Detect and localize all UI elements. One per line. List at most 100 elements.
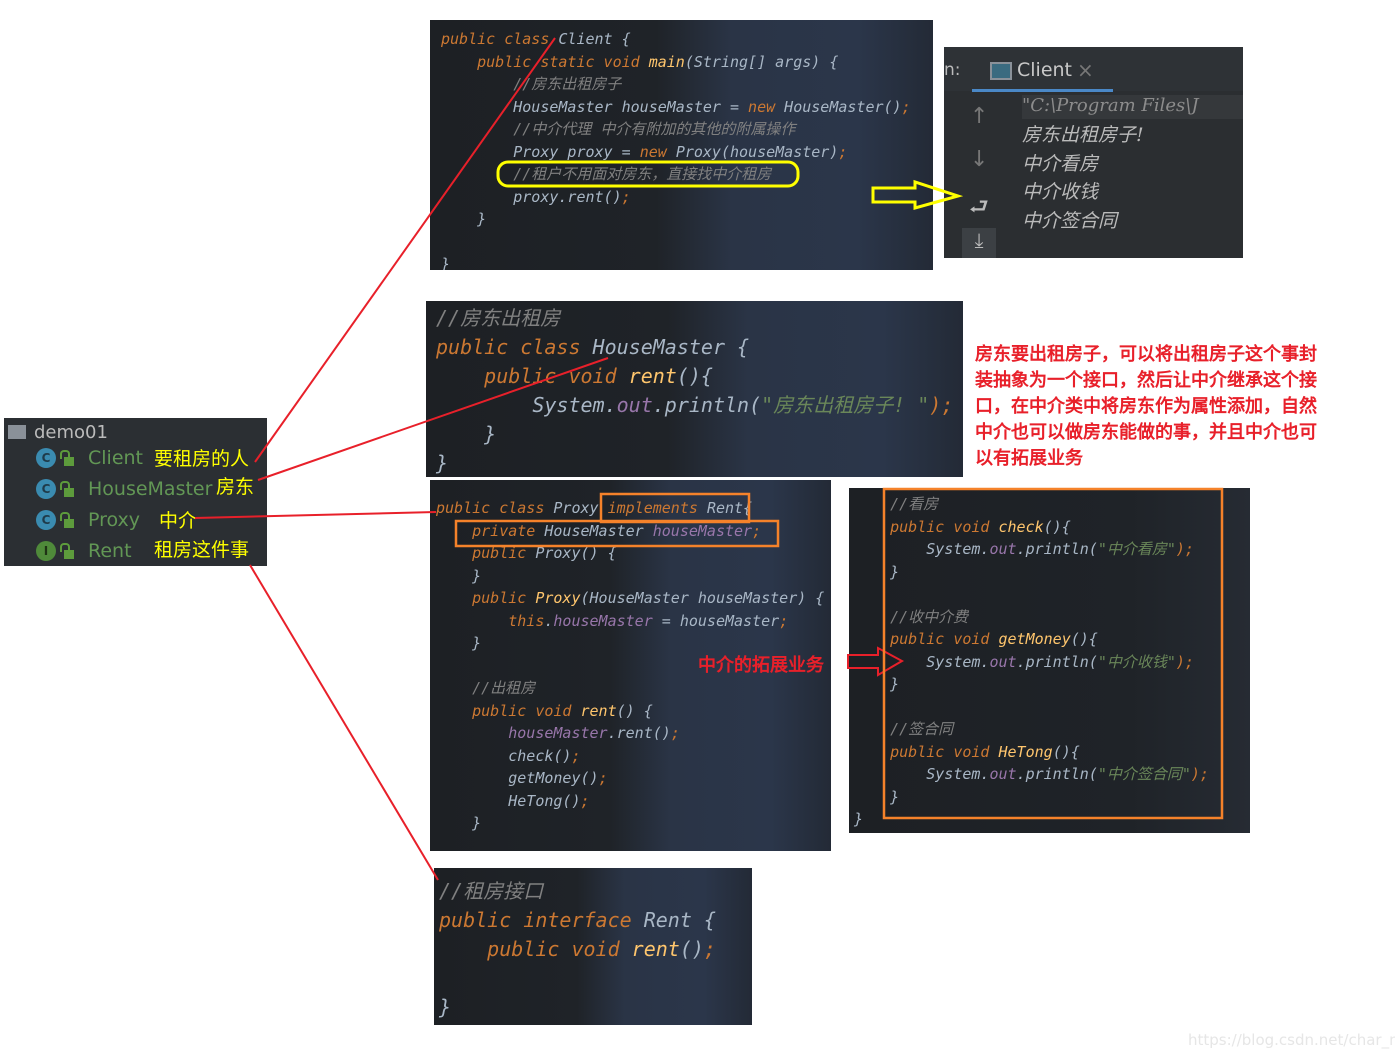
code-line: //收中介费 bbox=[854, 606, 1209, 629]
code-line: public void HeTong(){ bbox=[854, 741, 1209, 764]
code-line: } bbox=[854, 808, 1209, 831]
code-token: (){ bbox=[1043, 517, 1071, 536]
scroll-to-end-icon[interactable]: ⤓ bbox=[962, 228, 996, 258]
code-line: ​ bbox=[854, 583, 1209, 606]
command-line: "C:\Program Files\J bbox=[1022, 95, 1243, 119]
code-line: check(); bbox=[436, 745, 824, 768]
code-line: public Proxy() { bbox=[436, 542, 824, 565]
rent-code: //租房接口 public interface Rent { public voi… bbox=[439, 877, 716, 1022]
code-token: System. bbox=[854, 765, 990, 783]
code-token: out bbox=[989, 765, 1017, 783]
code-token: System. bbox=[854, 540, 990, 558]
code-token: "中介收钱" bbox=[1097, 652, 1176, 671]
code-token: Client { bbox=[558, 30, 631, 48]
label-proxy: 中介 bbox=[159, 510, 198, 532]
extension-label: 中介的拓展业务 bbox=[698, 655, 824, 676]
tree-item-rent[interactable]: I Rent bbox=[4, 537, 132, 565]
code-token: (){ bbox=[1052, 742, 1080, 761]
code-token: } bbox=[439, 995, 452, 1019]
tree-item-client[interactable]: C Client bbox=[4, 444, 143, 472]
code-token: (HouseMaster houseMaster) { bbox=[580, 589, 825, 607]
class-icon: C bbox=[36, 510, 56, 530]
code-token: public class bbox=[441, 30, 559, 48]
code-token: ; bbox=[598, 769, 608, 787]
code-line: } bbox=[436, 565, 824, 588]
code-token: public void bbox=[854, 630, 999, 648]
console-window-icon bbox=[990, 62, 1012, 80]
code-token: main bbox=[648, 52, 685, 71]
code-token: //收中介费 bbox=[854, 607, 969, 626]
code-line: public class Client { bbox=[441, 28, 911, 51]
code-line: //房东出租房 bbox=[436, 304, 953, 333]
code-token: out bbox=[616, 393, 653, 417]
code-token: //租房接口 bbox=[439, 879, 544, 903]
output-line: 中介看房 bbox=[1022, 152, 1099, 175]
code-token: public void bbox=[436, 701, 581, 720]
close-tab-icon[interactable]: × bbox=[1077, 58, 1094, 82]
label-rent: 租房这件事 bbox=[154, 539, 250, 561]
extra-code: //看房 public void check(){ System.out.pri… bbox=[854, 493, 1209, 831]
project-tree: demo01 C Client C HouseMaster C Proxy I … bbox=[4, 418, 267, 566]
code-token: ); bbox=[929, 393, 954, 417]
watermark: https://blog.csdn.net/char_m bbox=[1188, 1031, 1395, 1049]
rent-code-panel: //租房接口 public interface Rent { public voi… bbox=[434, 868, 752, 1025]
code-token: Proxy(houseMaster) bbox=[675, 142, 839, 161]
code-token: .println( bbox=[1016, 540, 1098, 558]
code-token: (String[] args) { bbox=[684, 52, 839, 71]
code-token: } bbox=[436, 451, 449, 475]
code-token: check bbox=[998, 517, 1044, 536]
code-token: public bbox=[436, 544, 536, 562]
proxy-extra-code-panel: //看房 public void check(){ System.out.pri… bbox=[849, 488, 1250, 833]
code-token: Rent{ bbox=[706, 499, 753, 517]
code-token: () { bbox=[616, 701, 653, 720]
client-code-panel: public class Client { public static void… bbox=[430, 20, 933, 270]
code-token: HouseMaster() bbox=[784, 97, 902, 116]
tree-item-proxy[interactable]: C Proxy bbox=[4, 506, 140, 534]
code-token: proxy.rent() bbox=[441, 187, 622, 206]
client-code: public class Client { public static void… bbox=[441, 28, 911, 270]
code-token: } bbox=[854, 787, 900, 806]
code-token: ; bbox=[779, 611, 789, 630]
output-line: 房东出租房子! bbox=[1022, 124, 1144, 146]
code-line: //租房接口 bbox=[439, 877, 716, 906]
code-line: getMoney(); bbox=[436, 767, 824, 790]
code-line: public void check(){ bbox=[854, 516, 1209, 539]
code-token: HeTong() bbox=[436, 791, 581, 810]
soft-wrap-icon[interactable]: ⮐ bbox=[969, 190, 989, 228]
code-token: } bbox=[854, 810, 864, 828]
code-line: System.out.println("中介看房"); bbox=[854, 538, 1209, 561]
code-token: ; bbox=[703, 937, 716, 961]
code-line: //签合同 bbox=[854, 718, 1209, 741]
code-token: public interface bbox=[439, 908, 644, 932]
tree-project[interactable]: demo01 bbox=[8, 418, 108, 446]
code-token: Rent { bbox=[643, 908, 716, 932]
code-line: } bbox=[441, 208, 911, 231]
label-housemaster: 房东 bbox=[216, 476, 255, 498]
tree-item-housemaster[interactable]: C HouseMaster bbox=[4, 475, 212, 503]
code-line: //出租房 bbox=[436, 677, 824, 700]
arrow-down-icon[interactable]: ↓ bbox=[970, 147, 988, 172]
code-token: ); bbox=[1190, 765, 1209, 783]
code-token: public void bbox=[436, 364, 629, 388]
lock-icon bbox=[60, 480, 74, 497]
code-line: houseMaster.rent(); bbox=[436, 722, 824, 745]
code-token: } bbox=[436, 634, 482, 652]
code-token: ; bbox=[580, 791, 590, 810]
code-line: public void rent(){ bbox=[436, 362, 953, 391]
code-token: //租户不用面对房东，直接找中介租房 bbox=[441, 165, 772, 183]
code-token: public class bbox=[436, 499, 554, 517]
code-token: Proxy bbox=[535, 589, 581, 607]
note-line: 中介也可以做房东能做的事，并且中介也可 bbox=[975, 422, 1317, 443]
tab-client[interactable]: Client bbox=[1017, 59, 1072, 81]
code-line: public void rent(); bbox=[439, 935, 716, 964]
code-token: rent bbox=[580, 701, 617, 720]
code-token: ; bbox=[752, 521, 762, 540]
arrow-up-icon[interactable]: ↑ bbox=[970, 104, 988, 129]
code-token: public void bbox=[439, 937, 632, 961]
code-line: proxy.rent(); bbox=[441, 186, 911, 209]
output-line: 中介收钱 bbox=[1022, 181, 1099, 203]
run-console: n: Client × ↑ ↓ ⮐ ⤓ "C:\Program Files\J … bbox=[944, 47, 1243, 258]
code-token: houseMaster bbox=[652, 521, 753, 540]
folder-icon bbox=[8, 425, 26, 439]
code-token: .println( bbox=[1016, 765, 1098, 783]
